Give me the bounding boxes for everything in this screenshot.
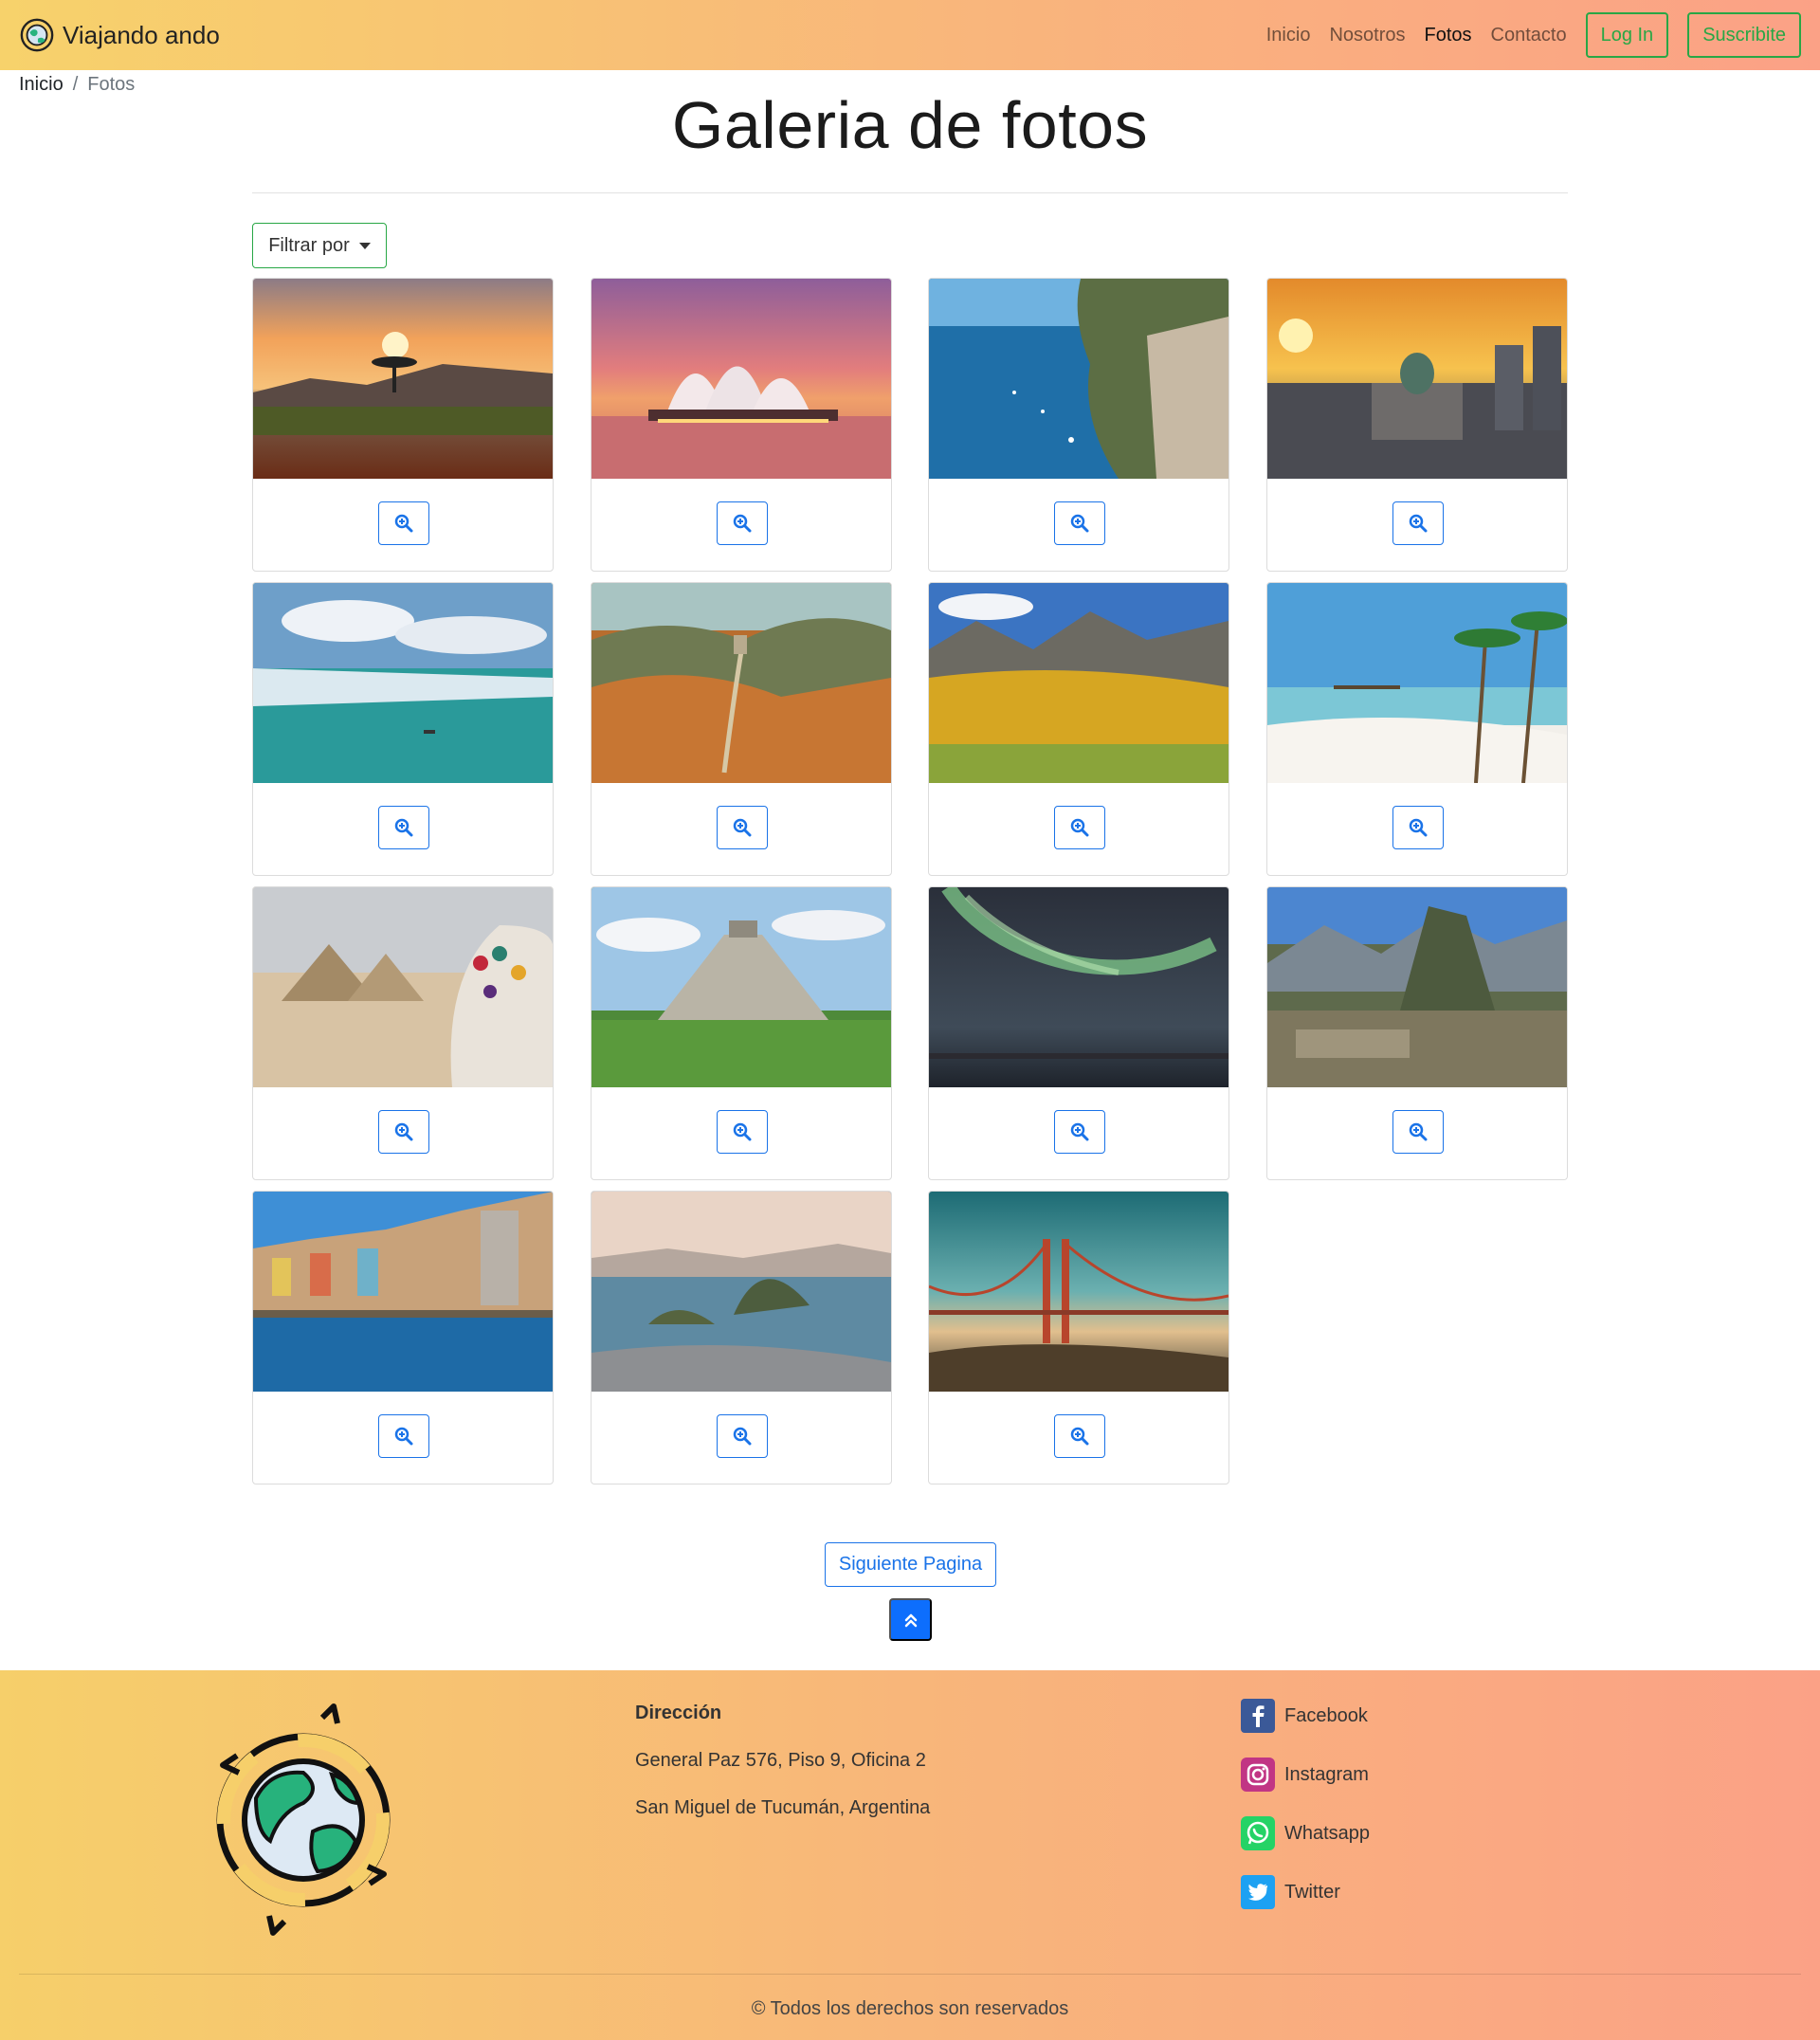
zoom-button[interactable] (378, 501, 429, 545)
whatsapp-icon (1241, 1816, 1275, 1850)
filter-dropdown-button[interactable]: Filtrar por (252, 223, 387, 268)
photo-card (591, 1191, 892, 1484)
facebook-icon (1241, 1699, 1275, 1733)
page-title: Galeria de fotos (671, 88, 1149, 162)
photo-card (1266, 886, 1568, 1180)
scroll-to-top-button[interactable] (889, 1598, 932, 1641)
photo-great-wall[interactable] (592, 583, 891, 783)
zoom-button[interactable] (1054, 806, 1105, 849)
zoom-in-icon (394, 1427, 413, 1446)
social-link-twitter[interactable]: Twitter (1241, 1875, 1340, 1909)
zoom-button[interactable] (378, 1110, 429, 1154)
social-label: Instagram (1284, 1763, 1369, 1785)
photo-autumn-mountains[interactable] (929, 583, 1228, 783)
social-link-facebook[interactable]: Facebook (1241, 1699, 1368, 1733)
next-page-button[interactable]: Siguiente Pagina (825, 1542, 996, 1587)
photo-sunset-savanna[interactable] (253, 279, 553, 479)
social-label: Twitter (1284, 1881, 1340, 1903)
social-label: Facebook (1284, 1704, 1368, 1726)
photo-porto-riverside[interactable] (253, 1192, 553, 1392)
nav-link-contacto[interactable]: Contacto (1491, 25, 1567, 46)
photo-card (928, 1191, 1229, 1484)
photo-perito-moreno-glacier[interactable] (253, 583, 553, 783)
address-title: Dirección (635, 1703, 722, 1723)
zoom-in-icon (1070, 1427, 1089, 1446)
zoom-in-icon (733, 1122, 752, 1141)
brand[interactable]: Viajando ando (19, 17, 220, 53)
nav-link-inicio[interactable]: Inicio (1266, 25, 1311, 46)
zoom-in-icon (1409, 818, 1428, 837)
title-divider (252, 192, 1568, 193)
social-label: Whatsapp (1284, 1822, 1371, 1844)
zoom-in-icon (1070, 514, 1089, 533)
instagram-icon (1241, 1758, 1275, 1792)
footer-divider (19, 1974, 1801, 1975)
nav-link-fotos[interactable]: Fotos (1424, 25, 1471, 46)
zoom-in-icon (1409, 514, 1428, 533)
photo-chichen-itza[interactable] (592, 887, 891, 1087)
photo-sydney-opera-house[interactable] (592, 279, 891, 479)
zoom-button[interactable] (1392, 806, 1444, 849)
zoom-button[interactable] (1054, 1414, 1105, 1458)
photo-giza-pyramids[interactable] (253, 887, 553, 1087)
photo-card (928, 886, 1229, 1180)
zoom-in-icon (394, 514, 413, 533)
photo-card (928, 582, 1229, 876)
zoom-in-icon (394, 818, 413, 837)
zoom-in-icon (733, 818, 752, 837)
photo-rio-de-janeiro[interactable] (592, 1192, 891, 1392)
footer: Dirección General Paz 576, Piso 9, Ofici… (0, 1670, 1820, 2040)
zoom-button[interactable] (717, 501, 768, 545)
photo-card (252, 582, 554, 876)
double-chevron-up-icon (904, 1613, 917, 1627)
photo-aurora-borealis[interactable] (929, 887, 1228, 1087)
login-button[interactable]: Log In (1585, 12, 1669, 58)
zoom-button[interactable] (378, 1414, 429, 1458)
photo-machu-picchu[interactable] (1267, 887, 1567, 1087)
address-line: San Miguel de Tucumán, Argentina (635, 1797, 931, 1818)
zoom-in-icon (1070, 818, 1089, 837)
photo-card (252, 1191, 554, 1484)
zoom-button[interactable] (1054, 501, 1105, 545)
subscribe-button[interactable]: Suscribite (1687, 12, 1801, 58)
zoom-in-icon (733, 1427, 752, 1446)
zoom-in-icon (1409, 1122, 1428, 1141)
photo-card (591, 278, 892, 572)
filter-label: Filtrar por (268, 234, 350, 256)
globe-recycle-logo (216, 1703, 391, 1936)
photo-card (591, 582, 892, 876)
zoom-button[interactable] (378, 806, 429, 849)
zoom-in-icon (733, 514, 752, 533)
nav-links: Inicio Nosotros Fotos Contacto Log In Su… (1266, 12, 1801, 58)
photo-amalfi-coast[interactable] (929, 279, 1228, 479)
social-link-whatsapp[interactable]: Whatsapp (1241, 1816, 1370, 1850)
zoom-button[interactable] (1392, 501, 1444, 545)
caret-down-icon (358, 242, 371, 249)
zoom-button[interactable] (1392, 1110, 1444, 1154)
zoom-in-icon (394, 1122, 413, 1141)
brand-name: Viajando ando (63, 20, 220, 49)
zoom-button[interactable] (1054, 1110, 1105, 1154)
zoom-button[interactable] (717, 1414, 768, 1458)
photo-card (252, 278, 554, 572)
photo-card (591, 886, 892, 1180)
copyright: © Todos los derechos son reservados (751, 1998, 1069, 2019)
address-line: General Paz 576, Piso 9, Oficina 2 (635, 1750, 926, 1771)
photo-golden-gate-bridge[interactable] (929, 1192, 1228, 1392)
photo-card (252, 886, 554, 1180)
photo-tropical-beach[interactable] (1267, 583, 1567, 783)
twitter-icon (1241, 1875, 1275, 1909)
social-link-instagram[interactable]: Instagram (1241, 1758, 1369, 1792)
photo-card (928, 278, 1229, 572)
zoom-button[interactable] (717, 806, 768, 849)
photo-buenos-aires-congress[interactable] (1267, 279, 1567, 479)
zoom-button[interactable] (717, 1110, 768, 1154)
navbar: Viajando ando Inicio Nosotros Fotos Cont… (0, 0, 1820, 70)
globe-logo-icon (20, 18, 54, 52)
photo-card (1266, 582, 1568, 876)
photo-card (1266, 278, 1568, 572)
zoom-in-icon (1070, 1122, 1089, 1141)
nav-link-nosotros[interactable]: Nosotros (1329, 25, 1405, 46)
